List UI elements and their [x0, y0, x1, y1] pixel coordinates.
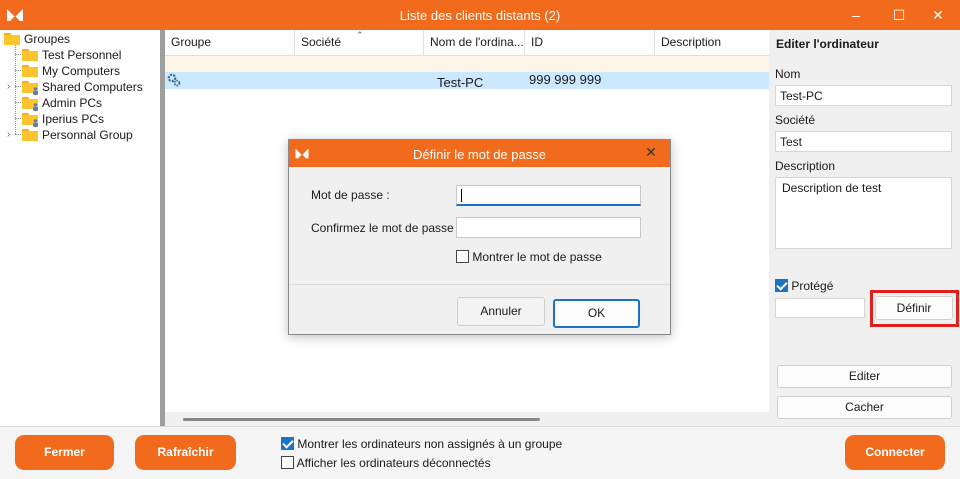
connect-button[interactable]: Connecter — [845, 435, 945, 470]
protected-checkbox-row[interactable]: Protégé — [775, 279, 833, 293]
company-label: Société — [775, 113, 816, 127]
hide-button[interactable]: Cacher — [777, 396, 952, 419]
tree-item-test-personnel[interactable]: Test Personnel — [22, 47, 121, 63]
tree-item-my-computers[interactable]: My Computers — [22, 63, 120, 79]
cell-id: 999 999 999 — [529, 72, 602, 87]
sort-ascending-icon: ⌃ — [356, 30, 364, 40]
ok-button[interactable]: OK — [553, 299, 640, 328]
folder-icon — [22, 49, 38, 61]
password-input[interactable] — [456, 185, 641, 206]
cell-computer-name: Test-PC — [437, 75, 484, 90]
dialog-title: Définir le mot de passe — [413, 147, 546, 162]
window-title: Liste des clients distants (2) — [399, 8, 561, 23]
close-button[interactable]: Fermer — [15, 435, 114, 470]
shared-folder-icon — [22, 97, 38, 111]
show-disconnected-label: Afficher les ordinateurs déconnectés — [296, 456, 491, 470]
horizontal-scrollbar[interactable] — [165, 412, 769, 426]
expand-chevron-icon[interactable]: › — [7, 129, 10, 140]
protected-checkbox[interactable] — [775, 279, 788, 292]
tree-item-admin-pcs[interactable]: Admin PCs — [22, 95, 102, 111]
show-password-label: Montrer le mot de passe — [472, 250, 602, 264]
protected-label: Protégé — [791, 279, 834, 293]
tree-root-groups[interactable]: Groupes — [4, 31, 70, 47]
bottom-bar: Fermer Rafraîchir Montrer les ordinateur… — [0, 426, 960, 479]
dialog-body: Mot de passe : Confirmez le mot de passe… — [289, 167, 670, 284]
shared-folder-icon — [22, 113, 38, 127]
edit-panel-title: Editer l'ordinateur — [776, 37, 879, 51]
refresh-button[interactable]: Rafraîchir — [135, 435, 236, 470]
description-field[interactable]: Description de test — [775, 177, 952, 249]
password-label: Mot de passe : — [311, 188, 390, 202]
gear-icon — [167, 73, 181, 87]
edit-button[interactable]: Editer — [777, 365, 952, 388]
show-unassigned-checkbox[interactable] — [281, 437, 294, 450]
cancel-button[interactable]: Annuler — [457, 297, 545, 326]
protected-password-field[interactable] — [775, 298, 865, 318]
description-label: Description — [775, 159, 836, 173]
set-password-dialog: Définir le mot de passe ✕ Mot de passe :… — [288, 139, 671, 335]
folder-icon — [22, 65, 38, 77]
column-header-description[interactable]: Description — [655, 30, 769, 56]
name-label: Nom — [775, 67, 801, 81]
filter-row[interactable] — [165, 56, 769, 72]
maximize-button[interactable]: ☐ — [885, 4, 913, 26]
close-window-button[interactable]: ✕ — [924, 4, 952, 26]
edit-computer-panel: Editer l'ordinateur Nom Test-PC Société … — [769, 30, 960, 426]
show-unassigned-label: Montrer les ordinateurs non assignés à u… — [297, 437, 563, 451]
group-tree: Groupes Test Personnel My Computers › Sh… — [0, 30, 160, 426]
highlight-box — [870, 290, 959, 327]
table-row[interactable]: Test-PC 999 999 999 — [165, 72, 769, 90]
expand-chevron-icon[interactable]: › — [7, 81, 10, 92]
minimize-button[interactable]: – — [842, 4, 870, 26]
column-header-id[interactable]: ID — [525, 30, 655, 56]
company-field[interactable]: Test — [775, 131, 952, 152]
confirm-password-label: Confirmez le mot de passe : — [311, 221, 461, 235]
dialog-footer: Annuler OK — [289, 284, 670, 334]
shared-folder-icon — [22, 81, 38, 95]
folder-icon — [4, 33, 20, 45]
show-password-checkbox[interactable] — [456, 250, 469, 263]
text-caret — [461, 189, 462, 202]
folder-icon — [22, 129, 38, 141]
tree-item-shared-computers[interactable]: Shared Computers — [22, 79, 143, 95]
scrollbar-thumb[interactable] — [183, 418, 540, 421]
grid-header: Groupe Société Nom de l'ordina... ID Des… — [165, 30, 769, 56]
name-field[interactable]: Test-PC — [775, 85, 952, 106]
tree-item-iperius-pcs[interactable]: Iperius PCs — [22, 111, 104, 127]
tree-item-personnal-group[interactable]: Personnal Group — [22, 127, 133, 143]
dialog-close-button[interactable]: ✕ — [639, 144, 663, 161]
show-password-row[interactable]: Montrer le mot de passe — [456, 250, 602, 264]
title-bar: Liste des clients distants (2) – ☐ ✕ — [0, 0, 960, 30]
show-disconnected-checkbox[interactable] — [281, 456, 294, 469]
dialog-title-bar: Définir le mot de passe ✕ — [289, 140, 670, 167]
column-header-group[interactable]: Groupe — [165, 30, 295, 56]
column-header-computer-name[interactable]: Nom de l'ordina... — [424, 30, 525, 56]
confirm-password-input[interactable] — [456, 217, 641, 238]
show-unassigned-row[interactable]: Montrer les ordinateurs non assignés à u… — [281, 437, 562, 451]
show-disconnected-row[interactable]: Afficher les ordinateurs déconnectés — [281, 456, 491, 470]
